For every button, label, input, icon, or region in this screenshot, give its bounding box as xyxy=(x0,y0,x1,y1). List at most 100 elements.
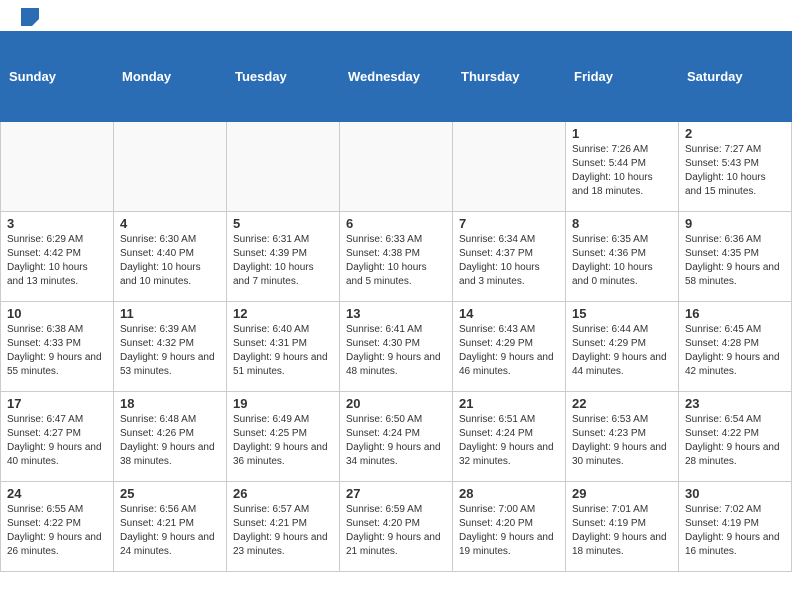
day-info: Sunrise: 6:48 AM Sunset: 4:26 PM Dayligh… xyxy=(120,413,220,469)
day-of-week-header: Thursday xyxy=(453,32,566,122)
day-number: 22 xyxy=(572,396,672,411)
calendar-cell: 15 Sunrise: 6:44 AM Sunset: 4:29 PM Dayli… xyxy=(566,302,679,392)
calendar-cell xyxy=(453,122,566,212)
calendar-week-row: 10 Sunrise: 6:38 AM Sunset: 4:33 PM Dayli… xyxy=(1,302,792,392)
logo-icon xyxy=(21,8,39,26)
calendar-cell: 10 Sunrise: 6:38 AM Sunset: 4:33 PM Dayli… xyxy=(1,302,114,392)
day-number: 12 xyxy=(233,306,333,321)
day-info: Sunrise: 7:26 AM Sunset: 5:44 PM Dayligh… xyxy=(572,143,672,199)
day-number: 6 xyxy=(346,216,446,231)
calendar-cell xyxy=(114,122,227,212)
day-number: 10 xyxy=(7,306,107,321)
calendar-cell: 2 Sunrise: 7:27 AM Sunset: 5:43 PM Daylig… xyxy=(679,122,792,212)
calendar-cell: 22 Sunrise: 6:53 AM Sunset: 4:23 PM Dayli… xyxy=(566,392,679,482)
calendar-cell: 24 Sunrise: 6:55 AM Sunset: 4:22 PM Dayli… xyxy=(1,482,114,572)
day-of-week-header: Sunday xyxy=(1,32,114,122)
day-info: Sunrise: 6:41 AM Sunset: 4:30 PM Dayligh… xyxy=(346,323,446,379)
calendar-week-row: 1 Sunrise: 7:26 AM Sunset: 5:44 PM Daylig… xyxy=(1,122,792,212)
day-number: 23 xyxy=(685,396,785,411)
day-info: Sunrise: 6:45 AM Sunset: 4:28 PM Dayligh… xyxy=(685,323,785,379)
day-of-week-header: Saturday xyxy=(679,32,792,122)
day-number: 8 xyxy=(572,216,672,231)
calendar-cell: 9 Sunrise: 6:36 AM Sunset: 4:35 PM Daylig… xyxy=(679,212,792,302)
calendar-cell: 26 Sunrise: 6:57 AM Sunset: 4:21 PM Dayli… xyxy=(227,482,340,572)
calendar-cell: 19Sunrise: 6:49 AM Sunset: 4:25 PM Dayli… xyxy=(227,392,340,482)
day-info: Sunrise: 7:02 AM Sunset: 4:19 PM Dayligh… xyxy=(685,503,785,559)
day-info: Sunrise: 6:56 AM Sunset: 4:21 PM Dayligh… xyxy=(120,503,220,559)
day-info: Sunrise: 6:55 AM Sunset: 4:22 PM Dayligh… xyxy=(7,503,107,559)
calendar-cell: 12 Sunrise: 6:40 AM Sunset: 4:31 PM Dayli… xyxy=(227,302,340,392)
day-info: Sunrise: 6:50 AM Sunset: 4:24 PM Dayligh… xyxy=(346,413,446,469)
calendar-cell: 27 Sunrise: 6:59 AM Sunset: 4:20 PM Dayli… xyxy=(340,482,453,572)
day-info: Sunrise: 6:30 AM Sunset: 4:40 PM Dayligh… xyxy=(120,233,220,289)
calendar-header-row: SundayMondayTuesdayWednesdayThursdayFrid… xyxy=(1,32,792,122)
calendar-cell: 4 Sunrise: 6:30 AM Sunset: 4:40 PM Daylig… xyxy=(114,212,227,302)
day-info: Sunrise: 6:53 AM Sunset: 4:23 PM Dayligh… xyxy=(572,413,672,469)
day-info: Sunrise: 6:57 AM Sunset: 4:21 PM Dayligh… xyxy=(233,503,333,559)
day-info: Sunrise: 6:36 AM Sunset: 4:35 PM Dayligh… xyxy=(685,233,785,289)
calendar-week-row: 24 Sunrise: 6:55 AM Sunset: 4:22 PM Dayli… xyxy=(1,482,792,572)
calendar-cell: 21Sunrise: 6:51 AM Sunset: 4:24 PM Dayli… xyxy=(453,392,566,482)
day-number: 1 xyxy=(572,126,672,141)
day-number: 7 xyxy=(459,216,559,231)
calendar-cell: 18 Sunrise: 6:48 AM Sunset: 4:26 PM Dayli… xyxy=(114,392,227,482)
day-info: Sunrise: 6:44 AM Sunset: 4:29 PM Dayligh… xyxy=(572,323,672,379)
day-info: Sunrise: 6:29 AM Sunset: 4:42 PM Dayligh… xyxy=(7,233,107,289)
day-number: 26 xyxy=(233,486,333,501)
day-info: Sunrise: 6:34 AM Sunset: 4:37 PM Dayligh… xyxy=(459,233,559,289)
calendar-cell: 14 Sunrise: 6:43 AM Sunset: 4:29 PM Dayli… xyxy=(453,302,566,392)
day-of-week-header: Friday xyxy=(566,32,679,122)
calendar-cell: 3Sunrise: 6:29 AM Sunset: 4:42 PM Daylig… xyxy=(1,212,114,302)
calendar-cell xyxy=(1,122,114,212)
day-info: Sunrise: 6:39 AM Sunset: 4:32 PM Dayligh… xyxy=(120,323,220,379)
calendar-cell: 17 Sunrise: 6:47 AM Sunset: 4:27 PM Dayli… xyxy=(1,392,114,482)
calendar-cell: 20 Sunrise: 6:50 AM Sunset: 4:24 PM Dayli… xyxy=(340,392,453,482)
day-info: Sunrise: 6:49 AM Sunset: 4:25 PM Dayligh… xyxy=(233,413,333,469)
day-number: 2 xyxy=(685,126,785,141)
day-number: 18 xyxy=(120,396,220,411)
day-number: 9 xyxy=(685,216,785,231)
day-number: 15 xyxy=(572,306,672,321)
day-number: 13 xyxy=(346,306,446,321)
day-info: Sunrise: 6:54 AM Sunset: 4:22 PM Dayligh… xyxy=(685,413,785,469)
day-info: Sunrise: 6:33 AM Sunset: 4:38 PM Dayligh… xyxy=(346,233,446,289)
day-number: 16 xyxy=(685,306,785,321)
calendar-week-row: 3Sunrise: 6:29 AM Sunset: 4:42 PM Daylig… xyxy=(1,212,792,302)
day-info: Sunrise: 6:35 AM Sunset: 4:36 PM Dayligh… xyxy=(572,233,672,289)
calendar-cell: 25Sunrise: 6:56 AM Sunset: 4:21 PM Dayli… xyxy=(114,482,227,572)
day-number: 27 xyxy=(346,486,446,501)
calendar-week-row: 17 Sunrise: 6:47 AM Sunset: 4:27 PM Dayli… xyxy=(1,392,792,482)
day-number: 29 xyxy=(572,486,672,501)
day-number: 24 xyxy=(7,486,107,501)
calendar-cell: 30 Sunrise: 7:02 AM Sunset: 4:19 PM Dayli… xyxy=(679,482,792,572)
day-number: 14 xyxy=(459,306,559,321)
logo xyxy=(20,10,39,26)
day-info: Sunrise: 6:47 AM Sunset: 4:27 PM Dayligh… xyxy=(7,413,107,469)
day-info: Sunrise: 7:01 AM Sunset: 4:19 PM Dayligh… xyxy=(572,503,672,559)
day-of-week-header: Monday xyxy=(114,32,227,122)
calendar-cell: 5Sunrise: 6:31 AM Sunset: 4:39 PM Daylig… xyxy=(227,212,340,302)
day-info: Sunrise: 6:43 AM Sunset: 4:29 PM Dayligh… xyxy=(459,323,559,379)
day-info: Sunrise: 6:38 AM Sunset: 4:33 PM Dayligh… xyxy=(7,323,107,379)
day-of-week-header: Wednesday xyxy=(340,32,453,122)
calendar-cell xyxy=(227,122,340,212)
calendar-cell: 1 Sunrise: 7:26 AM Sunset: 5:44 PM Daylig… xyxy=(566,122,679,212)
day-number: 4 xyxy=(120,216,220,231)
day-info: Sunrise: 6:59 AM Sunset: 4:20 PM Dayligh… xyxy=(346,503,446,559)
calendar-cell: 29 Sunrise: 7:01 AM Sunset: 4:19 PM Dayli… xyxy=(566,482,679,572)
day-number: 17 xyxy=(7,396,107,411)
calendar-cell: 6 Sunrise: 6:33 AM Sunset: 4:38 PM Daylig… xyxy=(340,212,453,302)
day-number: 5 xyxy=(233,216,333,231)
day-number: 30 xyxy=(685,486,785,501)
day-number: 20 xyxy=(346,396,446,411)
day-info: Sunrise: 6:51 AM Sunset: 4:24 PM Dayligh… xyxy=(459,413,559,469)
calendar-cell: 13 Sunrise: 6:41 AM Sunset: 4:30 PM Dayli… xyxy=(340,302,453,392)
day-info: Sunrise: 7:27 AM Sunset: 5:43 PM Dayligh… xyxy=(685,143,785,199)
calendar-cell: 11Sunrise: 6:39 AM Sunset: 4:32 PM Dayli… xyxy=(114,302,227,392)
day-info: Sunrise: 6:40 AM Sunset: 4:31 PM Dayligh… xyxy=(233,323,333,379)
calendar-cell: 7 Sunrise: 6:34 AM Sunset: 4:37 PM Daylig… xyxy=(453,212,566,302)
calendar-cell: 8 Sunrise: 6:35 AM Sunset: 4:36 PM Daylig… xyxy=(566,212,679,302)
calendar-cell: 28Sunrise: 7:00 AM Sunset: 4:20 PM Dayli… xyxy=(453,482,566,572)
day-number: 28 xyxy=(459,486,559,501)
calendar-cell: 16 Sunrise: 6:45 AM Sunset: 4:28 PM Dayli… xyxy=(679,302,792,392)
